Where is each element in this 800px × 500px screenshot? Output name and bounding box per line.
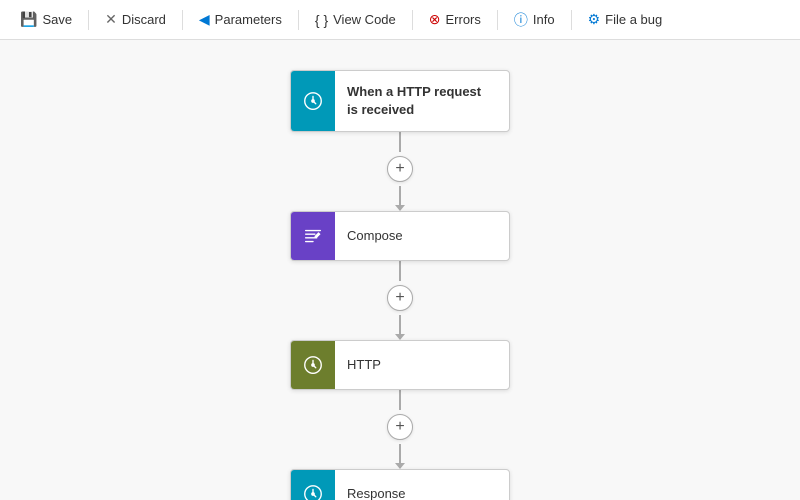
response-icon — [302, 483, 324, 500]
view-code-label: View Code — [333, 12, 396, 27]
save-button[interactable]: 💾 Save — [12, 7, 80, 32]
parameters-label: Parameters — [215, 12, 282, 27]
save-icon: 💾 — [20, 11, 37, 28]
discard-button[interactable]: ✕ Discard — [97, 7, 174, 32]
view-code-icon: { } — [315, 12, 328, 28]
flow-canvas: When a HTTP requestis received + Compose… — [0, 40, 800, 500]
info-label: Info — [533, 12, 555, 27]
flow-container: When a HTTP requestis received + Compose… — [290, 70, 510, 500]
step-response[interactable]: Response — [290, 469, 510, 500]
line-2b — [399, 315, 401, 335]
connector-1: + — [387, 132, 413, 211]
errors-icon: ⊗ — [429, 11, 441, 28]
http-trigger-icon — [302, 90, 324, 112]
connector-2: + — [387, 261, 413, 340]
add-step-2-button[interactable]: + — [387, 285, 413, 311]
line-3b — [399, 444, 401, 464]
step-http[interactable]: HTTP — [290, 340, 510, 390]
compose-label: Compose — [335, 219, 415, 253]
info-icon: ⓘ — [514, 10, 528, 30]
toolbar: 💾 Save ✕ Discard ◀ Parameters { } View C… — [0, 0, 800, 40]
line-1 — [399, 132, 401, 152]
divider-5 — [497, 10, 498, 30]
view-code-button[interactable]: { } View Code — [307, 8, 404, 32]
add-step-3-button[interactable]: + — [387, 414, 413, 440]
line-2 — [399, 261, 401, 281]
discard-label: Discard — [122, 12, 166, 27]
bug-icon: ⚙ — [588, 11, 601, 28]
divider-2 — [182, 10, 183, 30]
compose-icon — [302, 225, 324, 247]
save-label: Save — [42, 12, 72, 27]
response-icon-bg — [291, 470, 335, 500]
response-label: Response — [335, 477, 418, 500]
http-icon-bg — [291, 341, 335, 389]
http-icon — [302, 354, 324, 376]
http-label: HTTP — [335, 348, 393, 382]
add-step-1-button[interactable]: + — [387, 156, 413, 182]
errors-label: Errors — [446, 12, 481, 27]
errors-button[interactable]: ⊗ Errors — [421, 7, 489, 32]
parameters-icon: ◀ — [199, 11, 210, 28]
file-bug-button[interactable]: ⚙ File a bug — [580, 7, 671, 32]
info-button[interactable]: ⓘ Info — [506, 6, 563, 34]
divider-6 — [571, 10, 572, 30]
trigger-icon-bg — [291, 71, 335, 131]
divider-4 — [412, 10, 413, 30]
line-3 — [399, 390, 401, 410]
parameters-button[interactable]: ◀ Parameters — [191, 7, 290, 32]
connector-3: + — [387, 390, 413, 469]
step-trigger[interactable]: When a HTTP requestis received — [290, 70, 510, 132]
compose-icon-bg — [291, 212, 335, 260]
line-1b — [399, 186, 401, 206]
divider-1 — [88, 10, 89, 30]
trigger-label: When a HTTP requestis received — [335, 75, 493, 127]
divider-3 — [298, 10, 299, 30]
file-bug-label: File a bug — [605, 12, 662, 27]
step-compose[interactable]: Compose — [290, 211, 510, 261]
discard-icon: ✕ — [105, 11, 117, 28]
